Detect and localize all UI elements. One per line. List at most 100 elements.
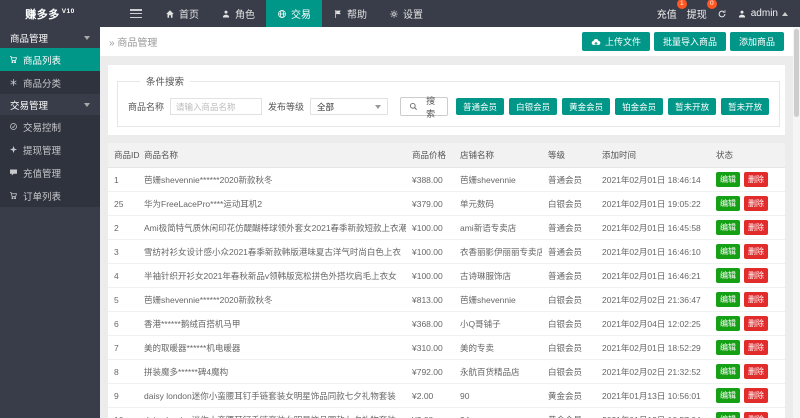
cell-level: 普通会员	[542, 264, 596, 288]
nav-item-flag[interactable]: 帮助	[322, 0, 378, 27]
delete-button[interactable]: 删除	[744, 268, 768, 283]
cell-status: 编辑删除	[710, 336, 785, 360]
delete-button[interactable]: 删除	[744, 388, 768, 403]
nav-item-user[interactable]: 角色	[210, 0, 266, 27]
level-filter-button-1[interactable]: 白银会员	[509, 98, 557, 115]
edit-button[interactable]: 编辑	[716, 244, 740, 259]
cell-level: 白银会员	[542, 312, 596, 336]
top-navbar: 赚多多V10 首页角色交易帮助设置 充值1 提现0 admin	[0, 0, 800, 27]
upload-file-button[interactable]: 上传文件	[582, 32, 650, 51]
nav-item-home[interactable]: 首页	[154, 0, 210, 27]
nav-item-gear[interactable]: 设置	[378, 0, 434, 27]
batch-import-button[interactable]: 批量导入商品	[654, 32, 726, 51]
cell-price: ¥100.00	[406, 216, 454, 240]
cell-product-name: 芭姗shevennie******2020新款秋冬	[138, 168, 406, 192]
edit-button[interactable]: 编辑	[716, 364, 740, 379]
sidebar-item-cart[interactable]: 商品列表	[0, 48, 100, 71]
product-table: 商品ID商品名称商品价格店铺名称等级添加时间状态 1芭姗shevennie***…	[108, 143, 785, 418]
level-filter-button-0[interactable]: 普通会员	[456, 98, 504, 115]
delete-button[interactable]: 删除	[744, 340, 768, 355]
delete-button[interactable]: 删除	[744, 172, 768, 187]
recharge-icon	[9, 168, 18, 177]
order-icon	[9, 191, 18, 200]
cell-shop-name: ami新语专卖店	[454, 216, 542, 240]
level-filter-button-5[interactable]: 暂未开放	[721, 98, 769, 115]
table-row: 2Ami极简特气质休闲印花仿醍醐棒球领外套女2021春季新款短款上衣潮¥100.…	[108, 216, 785, 240]
cell-added-time: 2021年01月13日 10:57:04	[596, 408, 710, 418]
column-header: 状态	[710, 143, 785, 168]
delete-button[interactable]: 删除	[744, 220, 768, 235]
cell-level: 普通会员	[542, 168, 596, 192]
vertical-scrollbar[interactable]	[793, 27, 800, 418]
edit-button[interactable]: 编辑	[716, 268, 740, 283]
cell-added-time: 2021年02月01日 16:46:21	[596, 264, 710, 288]
sidebar-item-order[interactable]: 订单列表	[0, 184, 100, 207]
recharge-link[interactable]: 充值1	[657, 6, 677, 21]
search-button[interactable]: 搜 索	[400, 97, 448, 116]
cell-price: ¥2.88	[406, 408, 454, 418]
level-filter-button-2[interactable]: 黄金会员	[562, 98, 610, 115]
sidebar-group-0[interactable]: 商品管理	[0, 27, 100, 48]
gear-icon	[389, 9, 399, 19]
product-name-input[interactable]	[170, 98, 262, 115]
cell-level: 白银会员	[542, 288, 596, 312]
level-select[interactable]: 全部	[310, 98, 388, 115]
table-body: 1芭姗shevennie******2020新款秋冬¥388.00芭姗sheve…	[108, 168, 785, 418]
level-filter-button-4[interactable]: 暂未开放	[668, 98, 716, 115]
edit-button[interactable]: 编辑	[716, 340, 740, 355]
cell-product-id: 6	[108, 312, 138, 336]
delete-button[interactable]: 删除	[744, 292, 768, 307]
sidebar-item-withdraw[interactable]: 提现管理	[0, 138, 100, 161]
chevron-down-icon	[84, 103, 90, 107]
sidebar-item-label: 订单列表	[23, 189, 61, 203]
sidebar-group-label: 交易管理	[10, 98, 48, 112]
main-nav: 首页角色交易帮助设置	[154, 0, 434, 27]
cell-status: 编辑删除	[710, 312, 785, 336]
edit-button[interactable]: 编辑	[716, 220, 740, 235]
table-row: 10daisy london迷你小蛮腰耳钉手链套装女明星饰品同款七夕礼物套装¥2…	[108, 408, 785, 418]
level-filter-button-3[interactable]: 铂金会员	[615, 98, 663, 115]
product-table-card: 商品ID商品名称商品价格店铺名称等级添加时间状态 1芭姗shevennie***…	[108, 143, 785, 418]
user-menu[interactable]: admin	[737, 8, 788, 19]
delete-button[interactable]: 删除	[744, 412, 768, 418]
sidebar-item-control[interactable]: 交易控制	[0, 115, 100, 138]
edit-button[interactable]: 编辑	[716, 316, 740, 331]
sidebar-item-category[interactable]: 商品分类	[0, 71, 100, 94]
nav-item-globe[interactable]: 交易	[266, 0, 322, 27]
cell-shop-name: 古诗琳服饰店	[454, 264, 542, 288]
table-row: 6香港******鹅绒百搭机马甲¥368.00小Q哥铺子白银会员2021年02月…	[108, 312, 785, 336]
refresh-icon[interactable]	[717, 9, 727, 19]
table-row: 8拼装魔多******碑4魔构¥792.00永航百货精品店白银会员2021年02…	[108, 360, 785, 384]
cell-shop-name: 衣香丽影伊丽丽专卖店	[454, 240, 542, 264]
delete-button[interactable]: 删除	[744, 196, 768, 211]
delete-button[interactable]: 删除	[744, 244, 768, 259]
sidebar-item-label: 交易控制	[23, 120, 61, 134]
upload-file-label: 上传文件	[605, 35, 641, 48]
delete-button[interactable]: 删除	[744, 316, 768, 331]
level-select-value: 全部	[317, 101, 334, 113]
delete-button[interactable]: 删除	[744, 364, 768, 379]
withdraw-link[interactable]: 提现0	[687, 6, 707, 21]
edit-button[interactable]: 编辑	[716, 196, 740, 211]
cell-shop-name: 美的专卖	[454, 336, 542, 360]
sidebar-item-recharge[interactable]: 充值管理	[0, 161, 100, 184]
sidebar-item-label: 提现管理	[23, 143, 61, 157]
edit-button[interactable]: 编辑	[716, 172, 740, 187]
cell-added-time: 2021年02月02日 21:32:52	[596, 360, 710, 384]
cell-status: 编辑删除	[710, 264, 785, 288]
brand-name: 赚多多	[25, 9, 60, 21]
scrollbar-thumb[interactable]	[794, 29, 799, 117]
add-product-button[interactable]: 添加商品	[730, 32, 784, 51]
edit-button[interactable]: 编辑	[716, 412, 740, 418]
sidebar-group-1[interactable]: 交易管理	[0, 94, 100, 115]
column-header: 等级	[542, 143, 596, 168]
chevron-down-icon	[84, 36, 90, 40]
edit-button[interactable]: 编辑	[716, 388, 740, 403]
column-header: 商品价格	[406, 143, 454, 168]
edit-button[interactable]: 编辑	[716, 292, 740, 307]
cell-status: 编辑删除	[710, 408, 785, 418]
cell-product-id: 4	[108, 264, 138, 288]
column-header: 店铺名称	[454, 143, 542, 168]
cell-product-id: 3	[108, 240, 138, 264]
hamburger-icon[interactable]	[130, 9, 142, 18]
